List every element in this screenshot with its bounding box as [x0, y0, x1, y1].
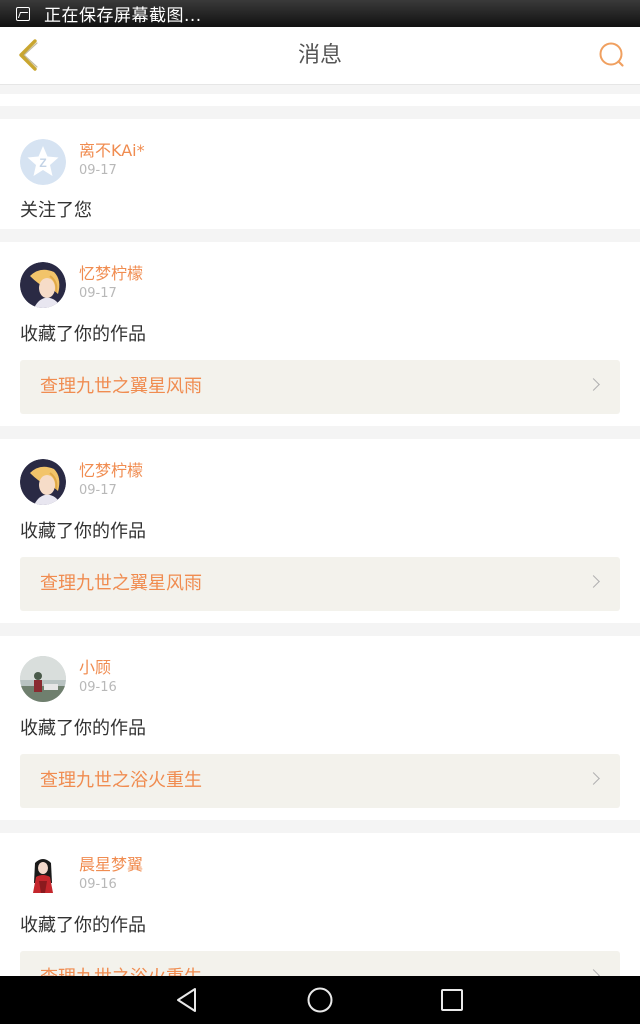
circle-home-icon	[307, 987, 333, 1013]
system-nav-bar	[0, 976, 640, 1024]
user-row: 忆梦柠檬 09-17	[20, 459, 143, 505]
notification-card[interactable]: 小顾 09-16 收藏了你的作品 查理九世之浴火重生	[0, 636, 640, 820]
status-text: 正在保存屏幕截图...	[44, 6, 202, 26]
post-date: 09-16	[79, 877, 117, 892]
notification-card[interactable]: 忆梦柠檬 09-17 收藏了你的作品 查理九世之翼星风雨	[0, 242, 640, 426]
svg-text:Z: Z	[39, 156, 46, 170]
action-text: 关注了您	[20, 200, 92, 221]
post-date: 09-17	[79, 286, 117, 301]
user-name[interactable]: 晨星梦翼	[79, 854, 143, 876]
triangle-back-icon	[177, 988, 196, 1012]
user-meta: 离不KAi* 09-17	[79, 139, 145, 179]
chevron-right-icon	[587, 969, 600, 976]
post-date: 09-17	[79, 163, 117, 178]
action-text: 收藏了你的作品	[20, 718, 146, 739]
status-bar: 正在保存屏幕截图...	[0, 0, 640, 27]
user-name[interactable]: 小顾	[79, 657, 117, 679]
post-date: 09-16	[79, 680, 117, 695]
work-link[interactable]: 查理九世之翼星风雨	[20, 360, 620, 414]
notification-card[interactable]: 忆梦柠檬 09-17 收藏了你的作品 查理九世之翼星风雨	[0, 439, 640, 623]
action-text: 收藏了你的作品	[20, 915, 146, 936]
anime-girl-avatar[interactable]	[20, 262, 66, 308]
user-name[interactable]: 忆梦柠檬	[79, 263, 143, 285]
square-recent-icon	[441, 989, 463, 1011]
work-title: 查理九世之浴火重生	[40, 770, 202, 791]
default-avatar-icon[interactable]: Z	[20, 139, 66, 185]
work-title: 查理九世之翼星风雨	[40, 573, 202, 594]
action-text: 收藏了你的作品	[20, 521, 146, 542]
photo-avatar[interactable]	[20, 656, 66, 702]
notification-card[interactable]: 晨星梦翼 09-16 收藏了你的作品 查理九世之浴火重生	[0, 833, 640, 976]
chevron-right-icon	[587, 575, 600, 588]
chevron-right-icon	[587, 378, 600, 391]
nav-back-button[interactable]	[157, 976, 217, 1024]
chevron-right-icon	[587, 772, 600, 785]
app-header: 消息	[0, 27, 640, 85]
red-dress-girl-avatar[interactable]	[20, 853, 66, 899]
action-text: 收藏了你的作品	[20, 324, 146, 345]
user-meta: 晨星梦翼 09-16	[79, 853, 143, 893]
user-row: 忆梦柠檬 09-17	[20, 262, 143, 308]
user-row: 晨星梦翼 09-16	[20, 853, 143, 899]
nav-recent-button[interactable]	[422, 976, 482, 1024]
notification-card[interactable]: Z 离不KAi* 09-17 关注了您	[0, 119, 640, 229]
user-row: 小顾 09-16	[20, 656, 117, 702]
work-link[interactable]: 查理九世之浴火重生	[20, 951, 620, 976]
search-button[interactable]	[592, 35, 632, 75]
work-title: 查理九世之浴火重生	[40, 951, 202, 976]
user-meta: 忆梦柠檬 09-17	[79, 262, 143, 302]
messages-screen: 正在保存屏幕截图... 消息 Z 离不KAi* 09-17 关注了您 忆梦柠檬 …	[0, 0, 640, 1024]
work-link[interactable]: 查理九世之浴火重生	[20, 754, 620, 808]
anime-girl-avatar[interactable]	[20, 459, 66, 505]
user-name[interactable]: 忆梦柠檬	[79, 460, 143, 482]
page-title: 消息	[297, 43, 342, 68]
search-icon	[599, 42, 624, 67]
nav-home-button[interactable]	[290, 976, 350, 1024]
user-meta: 忆梦柠檬 09-17	[79, 459, 143, 499]
user-meta: 小顾 09-16	[79, 656, 117, 696]
notification-feed[interactable]: Z 离不KAi* 09-17 关注了您 忆梦柠檬 09-17 收藏了你的作品 查…	[0, 94, 640, 976]
user-name[interactable]: 离不KAi*	[79, 140, 145, 162]
work-link[interactable]: 查理九世之翼星风雨	[20, 557, 620, 611]
post-date: 09-17	[79, 483, 117, 498]
feed-top-divider	[0, 94, 640, 106]
work-title: 查理九世之翼星风雨	[40, 376, 202, 397]
user-row: Z 离不KAi* 09-17	[20, 139, 145, 185]
screenshot-icon	[16, 6, 30, 21]
